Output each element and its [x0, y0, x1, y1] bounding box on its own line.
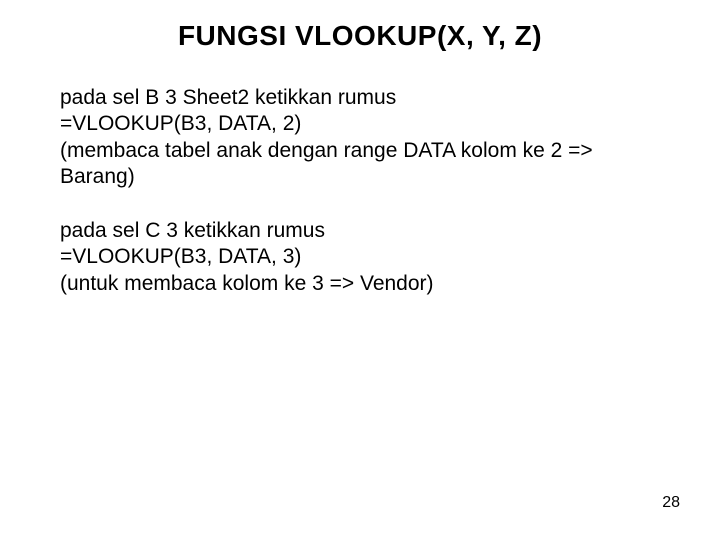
slide-title: FUNGSI VLOOKUP(X, Y, Z) — [0, 20, 720, 52]
p2-line2: =VLOOKUP(B3, DATA, 3) — [60, 244, 670, 270]
slide: FUNGSI VLOOKUP(X, Y, Z) pada sel B 3 She… — [0, 0, 720, 540]
p1-line2: =VLOOKUP(B3, DATA, 2) — [60, 111, 670, 137]
paragraph-1: pada sel B 3 Sheet2 ketikkan rumus =VLOO… — [60, 85, 670, 190]
slide-body: pada sel B 3 Sheet2 ketikkan rumus =VLOO… — [60, 85, 670, 325]
p1-line3: (membaca tabel anak dengan range DATA ko… — [60, 138, 670, 191]
p2-line3: (untuk membaca kolom ke 3 => Vendor) — [60, 271, 670, 297]
page-number: 28 — [662, 494, 680, 512]
p2-line1: pada sel C 3 ketikkan rumus — [60, 218, 670, 244]
p1-line1: pada sel B 3 Sheet2 ketikkan rumus — [60, 85, 670, 111]
paragraph-2: pada sel C 3 ketikkan rumus =VLOOKUP(B3,… — [60, 218, 670, 297]
